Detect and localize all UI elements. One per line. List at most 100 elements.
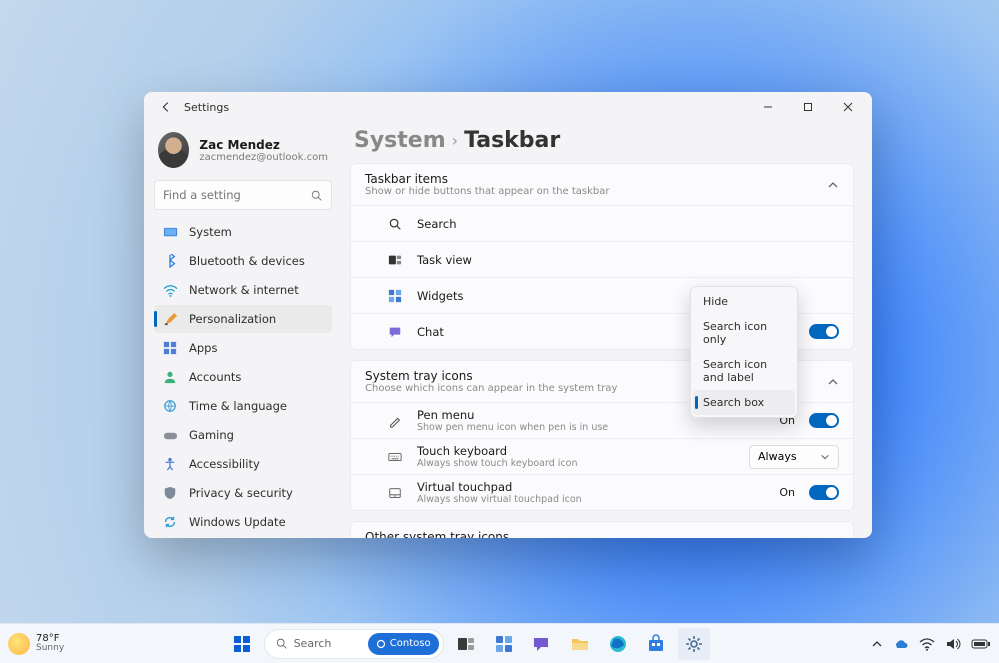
nav-accessibility[interactable]: Accessibility (154, 450, 332, 478)
flyout-option-icon-label[interactable]: Search icon and label (693, 352, 795, 390)
chevron-up-icon (827, 376, 839, 388)
chevron-down-icon (827, 537, 839, 539)
row-desc: Always show touch keyboard icon (417, 458, 735, 469)
nav-label: System (189, 225, 232, 239)
store-button[interactable] (640, 628, 672, 660)
display-icon (162, 224, 178, 240)
chevron-right-icon: › (452, 131, 458, 150)
chat-button[interactable] (526, 628, 558, 660)
taskview-icon (387, 252, 403, 268)
settings-window: Settings Zac Mendez zacmendez@outlook.co… (144, 92, 872, 538)
chat-toggle[interactable] (809, 324, 839, 339)
avatar (158, 132, 189, 168)
nav-label: Gaming (189, 428, 234, 442)
breadcrumb-parent[interactable]: System (354, 128, 446, 153)
settings-button[interactable] (678, 628, 710, 660)
chevron-up-icon[interactable] (871, 638, 883, 650)
nav-accounts[interactable]: Accounts (154, 363, 332, 391)
touch-keyboard-select[interactable]: Always (749, 445, 839, 469)
row-task-view: Task view (351, 241, 853, 277)
taskbar-search-box[interactable]: Search Contoso (264, 629, 444, 659)
volume-icon[interactable] (945, 636, 961, 652)
wifi-icon[interactable] (919, 636, 935, 652)
sync-icon (162, 514, 178, 530)
person-icon (162, 369, 178, 385)
flyout-option-hide[interactable]: Hide (693, 289, 795, 314)
row-label: Task view (417, 253, 839, 267)
nav-label: Bluetooth & devices (189, 254, 305, 268)
taskbar-right (871, 636, 991, 652)
apps-icon (162, 340, 178, 356)
select-value: Always (758, 450, 797, 463)
nav-windows-update[interactable]: Windows Update (154, 508, 332, 536)
nav-network[interactable]: Network & internet (154, 276, 332, 304)
section-title: Other system tray icons (365, 530, 827, 538)
touchpad-icon (387, 485, 403, 501)
taskbar-weather[interactable]: 78°F Sunny (8, 633, 64, 655)
back-button[interactable] (148, 93, 184, 121)
virtual-touchpad-toggle[interactable] (809, 485, 839, 500)
pen-menu-toggle[interactable] (809, 413, 839, 428)
taskbar: 78°F Sunny Search Contoso (0, 623, 999, 663)
taskbar-search-label: Search (294, 637, 332, 650)
row-label: Touch keyboard (417, 444, 735, 458)
find-setting-field[interactable] (163, 188, 310, 202)
row-touch-keyboard: Touch keyboardAlways show touch keyboard… (351, 438, 853, 474)
onedrive-icon[interactable] (893, 636, 909, 652)
section-desc: Show or hide buttons that appear on the … (365, 186, 827, 197)
minimize-button[interactable] (748, 93, 788, 121)
profile-card[interactable]: Zac Mendez zacmendez@outlook.com (154, 128, 332, 180)
row-label: Search (417, 217, 839, 231)
explorer-button[interactable] (564, 628, 596, 660)
search-icon (275, 637, 288, 650)
contoso-badge[interactable]: Contoso (368, 633, 439, 655)
nav-label: Personalization (189, 312, 276, 326)
nav-system[interactable]: System (154, 218, 332, 246)
nav-list: System Bluetooth & devices Network & int… (154, 218, 332, 536)
brush-icon (162, 311, 178, 327)
flyout-option-icon-only[interactable]: Search icon only (693, 314, 795, 352)
find-setting-input[interactable] (154, 180, 332, 210)
bluetooth-icon (162, 253, 178, 269)
nav-label: Time & language (189, 399, 287, 413)
start-button[interactable] (226, 628, 258, 660)
nav-gaming[interactable]: Gaming (154, 421, 332, 449)
maximize-button[interactable] (788, 93, 828, 121)
search-dropdown-flyout: Hide Search icon only Search icon and la… (690, 286, 798, 418)
weather-condition: Sunny (36, 644, 64, 653)
widgets-button[interactable] (488, 628, 520, 660)
chevron-down-icon (820, 452, 830, 462)
window-title: Settings (184, 101, 229, 114)
nav-privacy[interactable]: Privacy & security (154, 479, 332, 507)
edge-button[interactable] (602, 628, 634, 660)
accessibility-icon (162, 456, 178, 472)
chat-icon (387, 324, 403, 340)
nav-label: Accessibility (189, 457, 260, 471)
nav-label: Windows Update (189, 515, 286, 529)
widgets-icon (387, 288, 403, 304)
taskview-button[interactable] (450, 628, 482, 660)
globe-icon (162, 398, 178, 414)
search-icon (310, 189, 323, 202)
nav-bluetooth[interactable]: Bluetooth & devices (154, 247, 332, 275)
nav-apps[interactable]: Apps (154, 334, 332, 362)
battery-icon[interactable] (971, 638, 991, 650)
toggle-label: On (779, 486, 795, 499)
flyout-option-search-box[interactable]: Search box (693, 390, 795, 415)
nav-personalization[interactable]: Personalization (154, 305, 332, 333)
row-search: Search (351, 205, 853, 241)
section-title: Taskbar items (365, 172, 827, 186)
sun-icon (8, 633, 30, 655)
close-button[interactable] (828, 93, 868, 121)
titlebar: Settings (144, 92, 872, 122)
sidebar: Zac Mendez zacmendez@outlook.com System … (144, 122, 342, 538)
section-header-taskbar-items[interactable]: Taskbar items Show or hide buttons that … (351, 164, 853, 205)
nav-label: Apps (189, 341, 217, 355)
profile-name: Zac Mendez (199, 138, 328, 152)
nav-time-language[interactable]: Time & language (154, 392, 332, 420)
breadcrumb: System › Taskbar (350, 122, 854, 163)
shield-icon (162, 485, 178, 501)
taskbar-center: Search Contoso (226, 628, 710, 660)
section-header-other-tray[interactable]: Other system tray icons Show or hide add… (351, 522, 853, 538)
gamepad-icon (162, 427, 178, 443)
